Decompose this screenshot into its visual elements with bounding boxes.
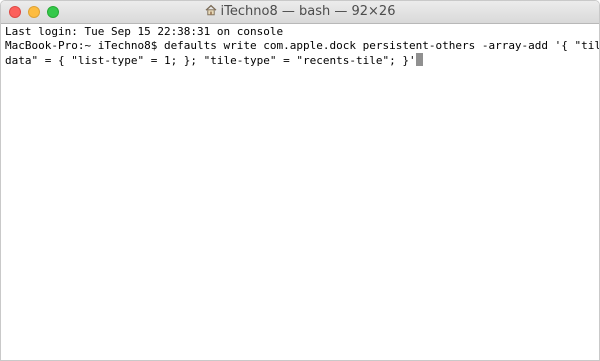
terminal-line-command-continued-text: data" = { "list-type" = 1; }; "tile-type… bbox=[5, 54, 416, 67]
terminal-line-command: MacBook-Pro:~ iTechno8$ defaults write c… bbox=[5, 39, 600, 52]
window-title: iTechno8 — bash — 92×26 bbox=[1, 4, 599, 20]
title-bar[interactable]: iTechno8 — bash — 92×26 bbox=[1, 1, 599, 24]
text-cursor bbox=[415, 53, 423, 66]
terminal-line-login: Last login: Tue Sep 15 22:38:31 on conso… bbox=[5, 25, 284, 38]
terminal-window: iTechno8 — bash — 92×26 Last login: Tue … bbox=[0, 0, 600, 361]
terminal-line-command-continued: data" = { "list-type" = 1; }; "tile-type… bbox=[5, 53, 595, 67]
terminal-output[interactable]: Last login: Tue Sep 15 22:38:31 on conso… bbox=[5, 25, 600, 67]
home-icon bbox=[205, 4, 217, 16]
window-title-text: iTechno8 — bash — 92×26 bbox=[220, 4, 396, 19]
